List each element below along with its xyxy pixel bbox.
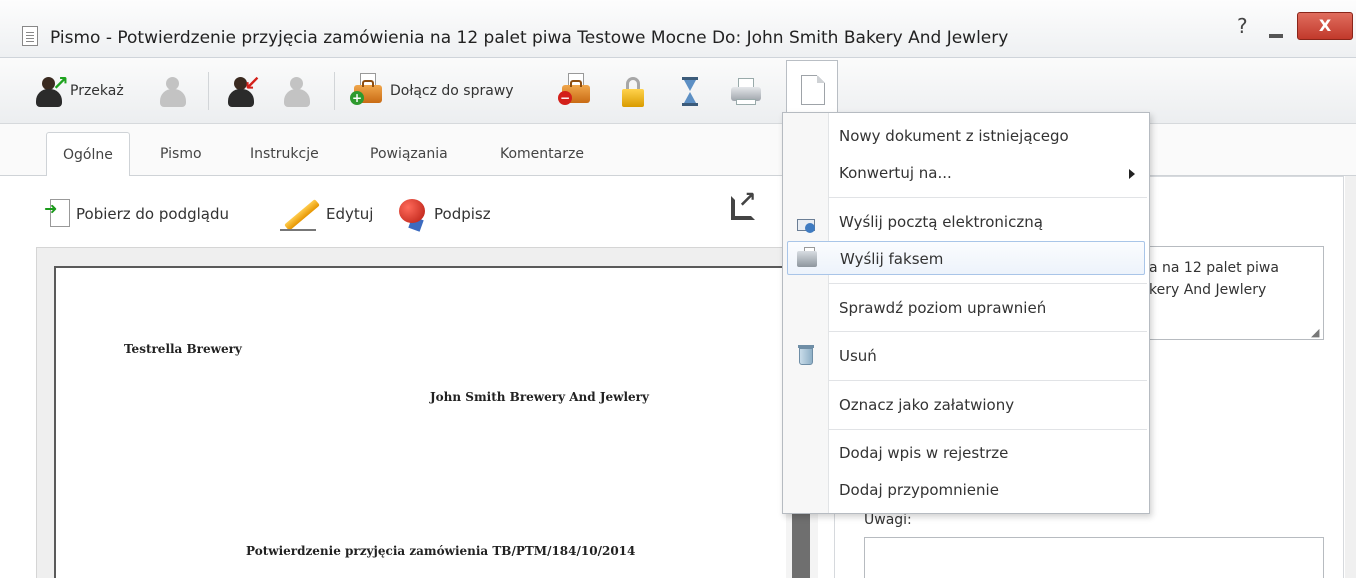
return-button[interactable]: ↙ (226, 58, 261, 124)
toolbar-separator (208, 72, 209, 110)
menu-item-label: Nowy dokument z istniejącego (839, 127, 1069, 145)
minimize-button[interactable] (1269, 34, 1283, 38)
download-preview-button[interactable]: ➜ Pobierz do podglądu (44, 188, 230, 240)
detach-from-case-button[interactable]: − (558, 58, 592, 124)
notes-textarea[interactable] (864, 537, 1324, 578)
tab-comments[interactable]: Komentarze (484, 132, 600, 176)
close-button[interactable]: X (1297, 12, 1353, 40)
sign-button[interactable]: Podpisz (398, 188, 491, 240)
download-preview-label: Pobierz do podglądu (76, 205, 230, 223)
postpone-button[interactable] (680, 58, 700, 124)
pencil-icon (280, 197, 320, 231)
more-actions-menu: Nowy dokument z istniejącego Konwertuj n… (782, 112, 1150, 514)
forward-person-icon: ↗ (34, 73, 69, 107)
menu-item-check-permissions[interactable]: Sprawdź poziom uprawnień (783, 291, 1149, 325)
menu-item-add-register-entry[interactable]: Dodaj wpis w rejestrze (783, 436, 1149, 470)
menu-item-label: Dodaj wpis w rejestrze (839, 444, 1009, 462)
forward-disabled-button[interactable] (158, 58, 188, 124)
menu-item-convert[interactable]: Konwertuj na... (783, 156, 1149, 190)
lock-icon (620, 75, 646, 107)
menu-item-label: Oznacz jako załatwiony (839, 396, 1015, 414)
menu-item-mark-done[interactable]: Oznacz jako załatwiony (783, 388, 1149, 422)
submenu-arrow-icon (1129, 169, 1135, 179)
window-title: Pismo - Potwierdzenie przyjęcia zamówien… (50, 28, 1009, 48)
person-grey-icon (158, 75, 188, 107)
fax-icon (796, 247, 818, 269)
briefcase-remove-icon: − (558, 73, 592, 105)
edit-button[interactable]: Edytuj (280, 188, 373, 240)
details-scrollbar[interactable] (1345, 176, 1356, 578)
tab-letter[interactable]: Pismo (144, 132, 218, 176)
document-page: Testrella Brewery John Smith Brewery And… (54, 266, 788, 578)
person-grey-icon (282, 75, 312, 107)
document-icon (22, 26, 38, 46)
hourglass-icon (680, 75, 700, 107)
help-button[interactable]: ? (1237, 14, 1248, 38)
tab-bar: Ogólne Pismo Instrukcje Powiązania Komen… (0, 124, 1356, 177)
menu-item-label: Wyślij faksem (840, 250, 944, 268)
forward-label: Przekaż (70, 83, 124, 99)
title-text-line-2: kery And Jewlery (1149, 282, 1267, 298)
menu-separator (829, 197, 1147, 198)
resize-handle-icon[interactable]: ◢ (1311, 326, 1319, 339)
open-external-icon[interactable]: ↗ (728, 188, 762, 224)
menu-item-add-reminder[interactable]: Dodaj przypomnienie (783, 473, 1149, 507)
lock-button[interactable] (620, 58, 646, 124)
print-button[interactable] (730, 58, 762, 124)
download-document-icon: ➜ (44, 199, 70, 229)
menu-item-label: Konwertuj na... (839, 164, 952, 182)
return-person-icon: ↙ (226, 73, 261, 107)
edit-label: Edytuj (326, 205, 374, 223)
menu-separator (829, 429, 1147, 430)
briefcase-add-icon: + (350, 73, 384, 105)
window-titlebar: Pismo - Potwierdzenie przyjęcia zamówien… (0, 0, 1356, 58)
sign-label: Podpisz (434, 205, 491, 223)
menu-item-label: Dodaj przypomnienie (839, 481, 999, 499)
blank-document-icon (801, 75, 825, 105)
tab-instructions[interactable]: Instrukcje (234, 132, 335, 176)
menu-item-send-fax[interactable]: Wyślij faksem (787, 241, 1145, 275)
mail-icon (795, 211, 817, 233)
tab-relations[interactable]: Powiązania (354, 132, 464, 176)
printer-icon (730, 75, 762, 107)
attach-label: Dołącz do sprawy (390, 83, 514, 99)
menu-item-delete[interactable]: Usuń (783, 339, 1149, 373)
seal-icon (398, 198, 428, 232)
menu-item-label: Wyślij pocztą elektroniczną (839, 213, 1043, 231)
more-actions-button[interactable] (786, 60, 838, 120)
doc-recipient: John Smith Brewery And Jewlery (430, 390, 649, 404)
return-disabled-button[interactable] (282, 58, 312, 124)
toolbar-separator (334, 72, 335, 110)
menu-item-label: Sprawdź poziom uprawnień (839, 299, 1047, 317)
trash-icon (795, 344, 817, 366)
tab-general[interactable]: Ogólne (46, 132, 130, 177)
attach-to-case-button[interactable]: + Dołącz do sprawy (350, 58, 514, 124)
title-text-line-1: a na 12 palet piwa (1149, 260, 1279, 276)
menu-item-send-email[interactable]: Wyślij pocztą elektroniczną (783, 205, 1149, 239)
doc-sender: Testrella Brewery (124, 342, 242, 356)
notes-label: Uwagi: (864, 512, 912, 528)
doc-subject: Potwierdzenie przyjęcia zamówienia TB/PT… (246, 544, 636, 558)
toolbar: ↗ Przekaż ↙ + Dołącz do sprawy − (0, 58, 1356, 124)
menu-item-label: Usuń (839, 347, 877, 365)
menu-separator (829, 331, 1147, 332)
forward-button[interactable]: ↗ Przekaż (34, 58, 124, 124)
menu-separator (829, 380, 1147, 381)
menu-separator (829, 283, 1147, 284)
menu-item-new-from-existing[interactable]: Nowy dokument z istniejącego (783, 119, 1149, 153)
